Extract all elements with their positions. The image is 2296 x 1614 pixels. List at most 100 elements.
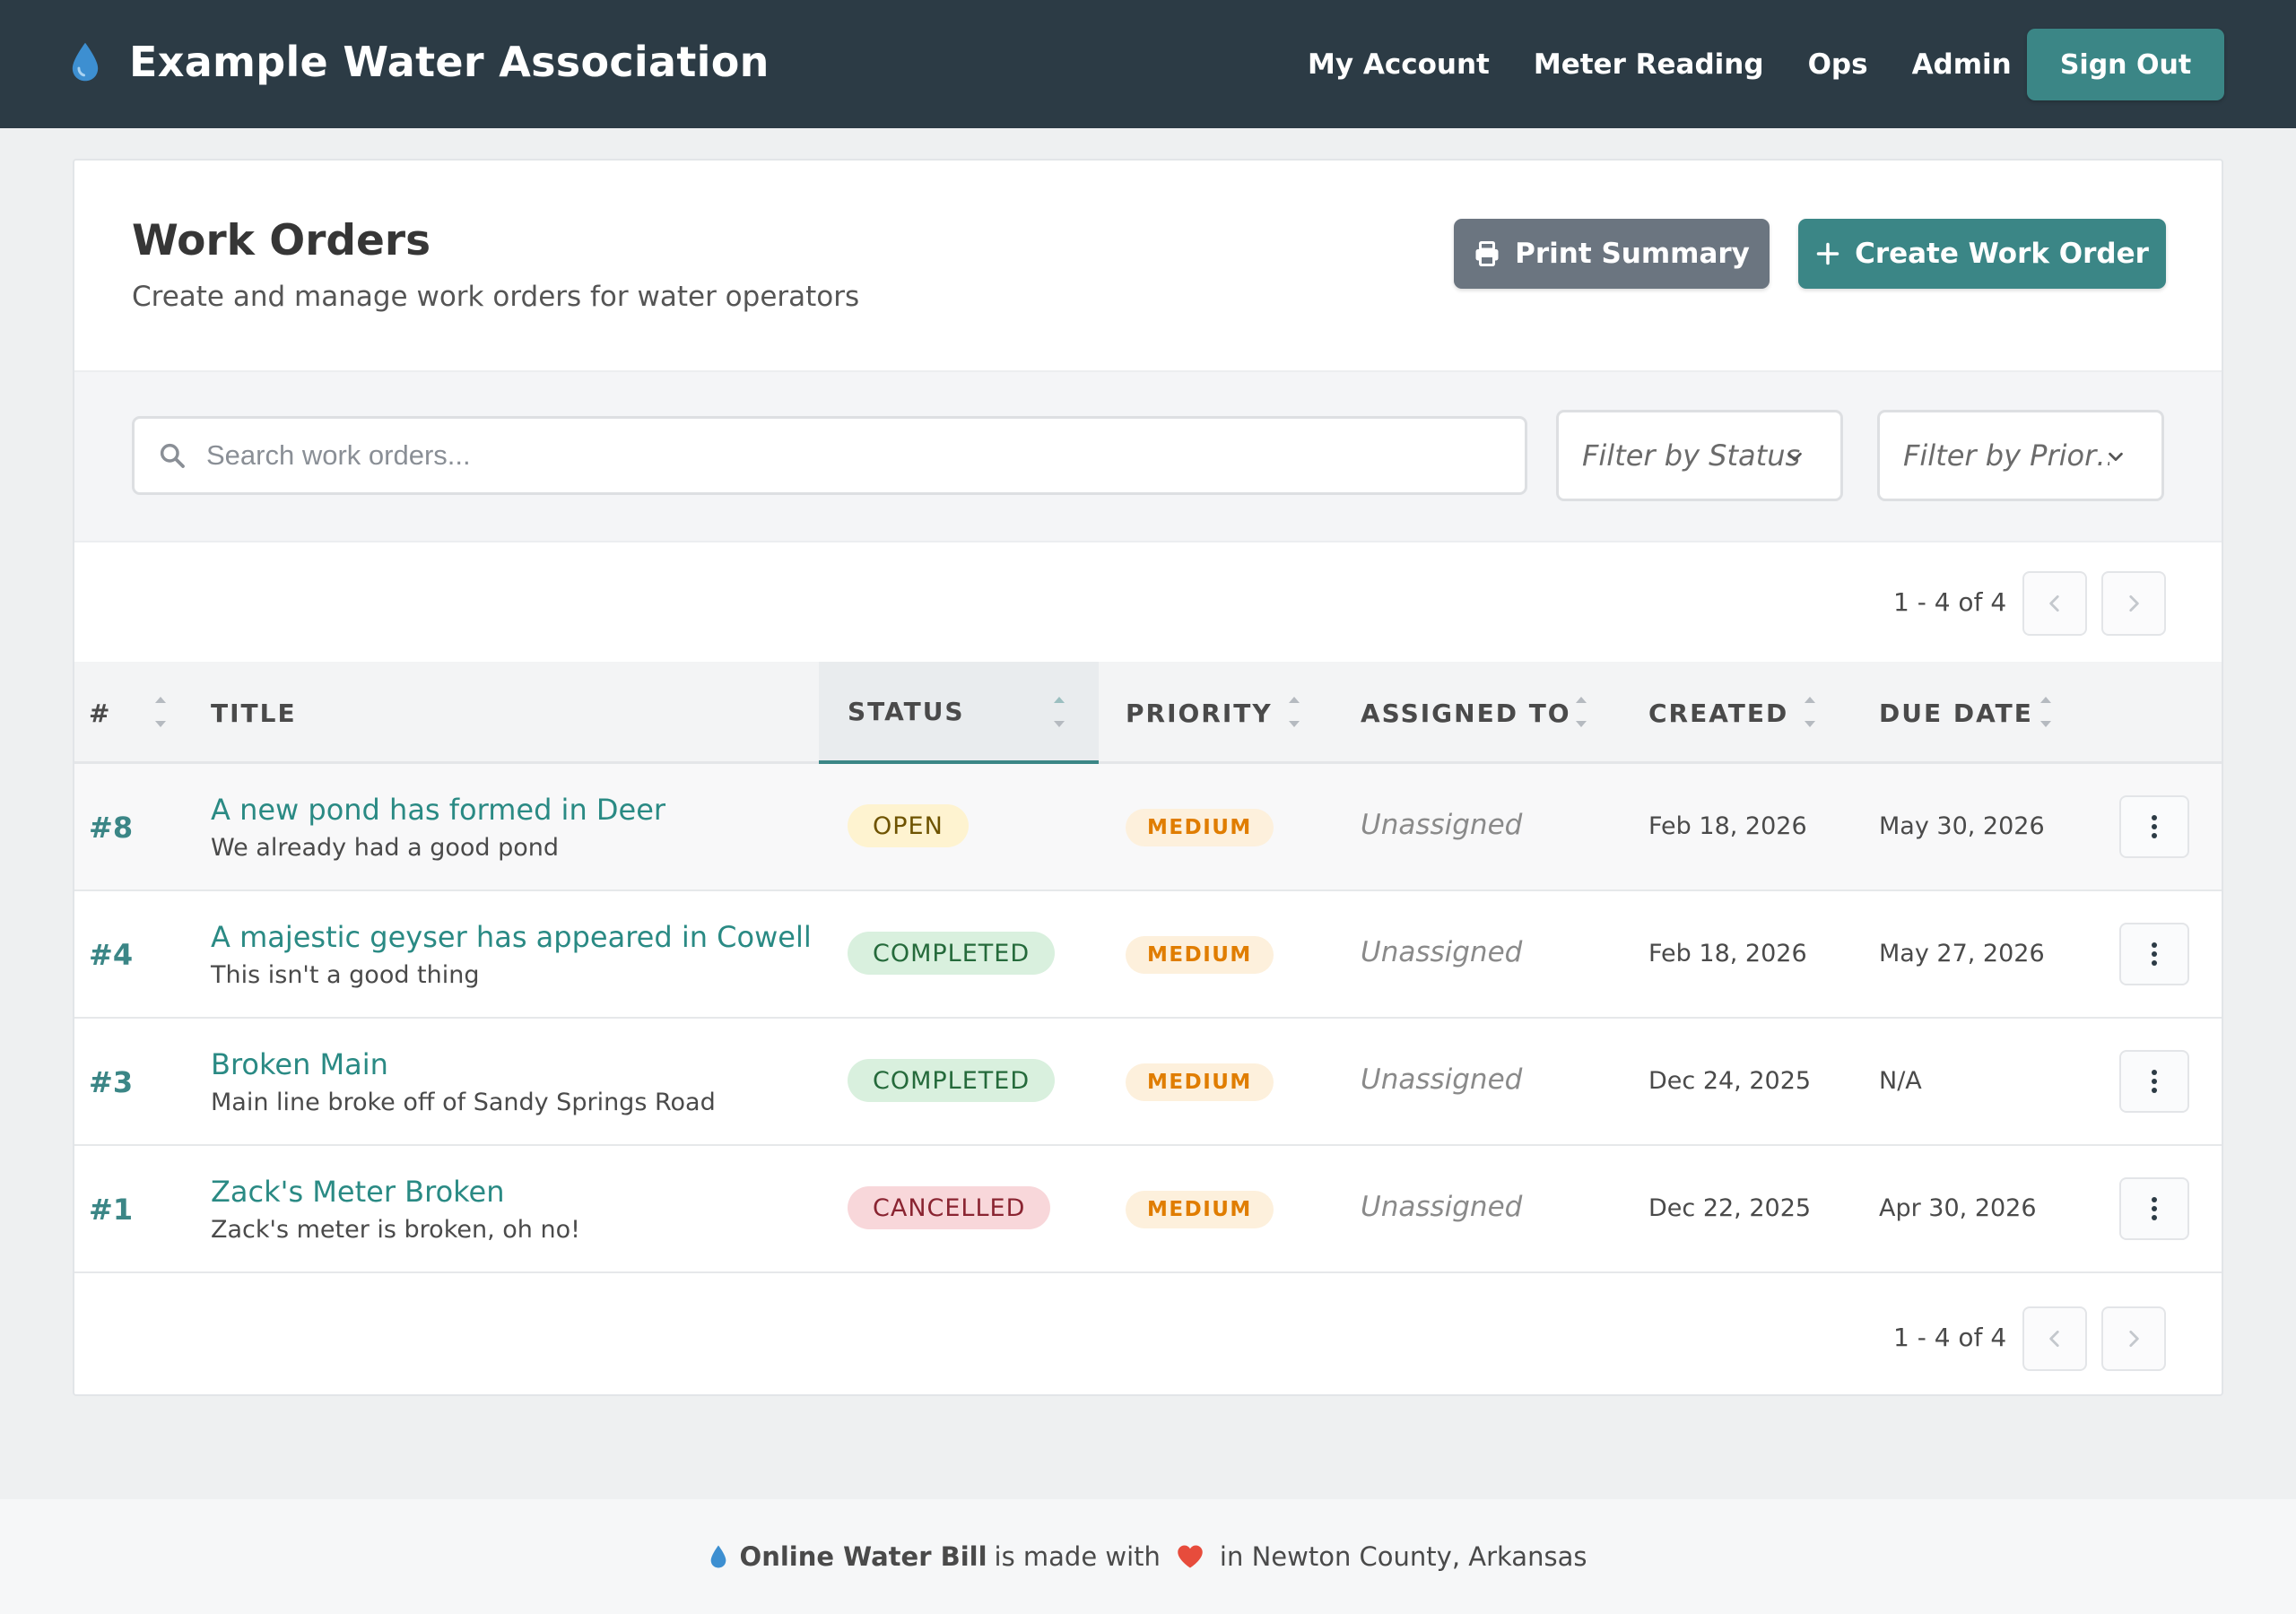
water-drop-icon [710, 1545, 726, 1568]
table-row[interactable]: #8 A new pond has formed in Deer We alre… [74, 764, 2222, 891]
next-page-button[interactable] [2101, 1306, 2166, 1371]
column-header-assigned-to[interactable]: ASSIGNED TO [1361, 662, 1630, 764]
printer-icon [1475, 241, 1499, 266]
filter-bar: Filter by Status Filter by Prior… [74, 372, 2222, 542]
table-header: # TITLE STATUS PRIORITY ASSIGNED TO CREA… [74, 662, 2222, 764]
status-filter-select[interactable]: Filter by Status [1556, 410, 1843, 501]
column-header-priority[interactable]: PRIORITY [1126, 662, 1341, 764]
table-row[interactable]: #1 Zack's Meter Broken Zack's meter is b… [74, 1146, 2222, 1273]
column-header-status[interactable]: STATUS [819, 662, 1099, 764]
page-title: Work Orders [132, 216, 431, 265]
pagination-range: 1 - 4 of 4 [1893, 1323, 2007, 1352]
work-orders-card: Work Orders Create and manage work order… [73, 159, 2223, 1396]
nav-link-my-account[interactable]: My Account [1308, 48, 1490, 81]
column-header-priority-label: PRIORITY [1126, 698, 1273, 728]
status-badge: CANCELLED [848, 1186, 1051, 1229]
status-badge: COMPLETED [848, 1059, 1056, 1102]
water-drop-icon [72, 42, 99, 82]
work-order-title-link[interactable]: Broken Main [211, 1047, 388, 1081]
print-summary-button[interactable]: Print Summary [1454, 219, 1770, 289]
assigned-to: Unassigned [1361, 1063, 1523, 1096]
due-date: Apr 30, 2026 [1879, 1194, 2037, 1222]
kebab-menu-icon [2152, 815, 2157, 838]
work-order-id: #4 [89, 938, 134, 972]
row-actions-button[interactable] [2119, 1050, 2189, 1113]
previous-page-button[interactable] [2022, 571, 2087, 636]
due-date: May 27, 2026 [1879, 940, 2045, 968]
footer-location: in Newton County, Arkansas [1219, 1541, 1587, 1572]
created-date: Feb 18, 2026 [1648, 812, 1807, 840]
sort-icon [1576, 697, 1587, 727]
brand-title: Example Water Association [129, 38, 770, 86]
nav-link-admin-label: Admin [1911, 48, 2012, 81]
search-box[interactable] [132, 416, 1527, 495]
chevron-right-icon [2129, 1331, 2139, 1347]
column-header-id[interactable]: # [89, 662, 187, 764]
column-header-due-date[interactable]: DUE DATE [1879, 662, 2094, 764]
pagination-top: 1 - 4 of 4 [74, 542, 2222, 664]
work-order-id: #8 [89, 811, 134, 845]
kebab-menu-icon [2152, 1197, 2157, 1220]
due-date: May 30, 2026 [1879, 812, 2045, 840]
status-badge: OPEN [848, 804, 969, 847]
chevron-left-icon [2049, 1331, 2059, 1347]
column-header-created-label: CREATED [1648, 698, 1789, 728]
sort-icon [1805, 697, 1815, 727]
previous-page-button[interactable] [2022, 1306, 2087, 1371]
work-order-title-link[interactable]: A new pond has formed in Deer [211, 793, 665, 827]
row-actions-button[interactable] [2119, 923, 2189, 985]
card-header: Work Orders Create and manage work order… [74, 161, 2222, 372]
footer: Online Water Bill is made with in Newton… [0, 1499, 2296, 1614]
chevron-down-icon [2109, 452, 2123, 462]
search-icon [160, 443, 185, 468]
table-row[interactable]: #3 Broken Main Main line broke off of Sa… [74, 1019, 2222, 1146]
column-header-assigned-label: ASSIGNED TO [1361, 698, 1571, 728]
work-order-title-link[interactable]: Zack's Meter Broken [211, 1175, 505, 1209]
column-header-created[interactable]: CREATED [1648, 662, 1864, 764]
navbar: Example Water Association My Account Met… [0, 0, 2296, 128]
work-order-id: #3 [89, 1065, 134, 1099]
assigned-to: Unassigned [1361, 1191, 1523, 1223]
brand[interactable]: Example Water Association [70, 38, 770, 86]
column-header-title[interactable]: TITLE [211, 662, 857, 764]
priority-filter-select[interactable]: Filter by Prior… [1877, 410, 2164, 501]
print-summary-label: Print Summary [1515, 238, 1750, 270]
work-order-description: Zack's meter is broken, oh no! [211, 1216, 580, 1244]
priority-badge: MEDIUM [1126, 1191, 1274, 1228]
row-actions-button[interactable] [2119, 1177, 2189, 1240]
assigned-to: Unassigned [1361, 936, 1523, 968]
chevron-right-icon [2129, 595, 2139, 612]
priority-filter-placeholder: Filter by Prior… [1903, 438, 2109, 473]
status-filter-placeholder: Filter by Status [1582, 438, 1801, 473]
table-row[interactable]: #4 A majestic geyser has appeared in Cow… [74, 891, 2222, 1019]
due-date: N/A [1879, 1067, 1922, 1095]
chevron-down-icon [1787, 452, 1802, 462]
priority-badge: MEDIUM [1126, 936, 1274, 974]
nav-link-meter-reading[interactable]: Meter Reading [1534, 48, 1764, 81]
chevron-left-icon [2049, 595, 2059, 612]
work-order-id: #1 [89, 1193, 134, 1227]
row-actions-button[interactable] [2119, 795, 2189, 858]
next-page-button[interactable] [2101, 571, 2166, 636]
work-order-description: We already had a good pond [211, 834, 560, 862]
column-header-title-label: TITLE [211, 698, 297, 728]
sort-icon [155, 697, 166, 727]
created-date: Feb 18, 2026 [1648, 940, 1807, 968]
sort-ascending-icon [1054, 697, 1065, 727]
create-work-order-button[interactable]: Create Work Order [1798, 219, 2166, 289]
work-order-description: This isn't a good thing [211, 961, 480, 989]
column-header-status-label: STATUS [848, 696, 965, 726]
priority-badge: MEDIUM [1126, 809, 1274, 846]
status-badge: COMPLETED [848, 932, 1056, 975]
footer-brand[interactable]: Online Water Bill [740, 1541, 987, 1572]
nav-link-ops[interactable]: Ops [1808, 48, 1868, 81]
page-subtitle: Create and manage work orders for water … [132, 281, 860, 313]
priority-badge: MEDIUM [1126, 1063, 1274, 1101]
kebab-menu-icon [2152, 942, 2157, 966]
heart-icon [1178, 1545, 1203, 1568]
created-date: Dec 24, 2025 [1648, 1067, 1812, 1095]
search-input[interactable] [206, 439, 1462, 472]
sort-icon [1289, 697, 1300, 727]
work-order-title-link[interactable]: A majestic geyser has appeared in Cowell [211, 920, 812, 954]
sign-out-button[interactable]: Sign Out [2027, 29, 2224, 100]
